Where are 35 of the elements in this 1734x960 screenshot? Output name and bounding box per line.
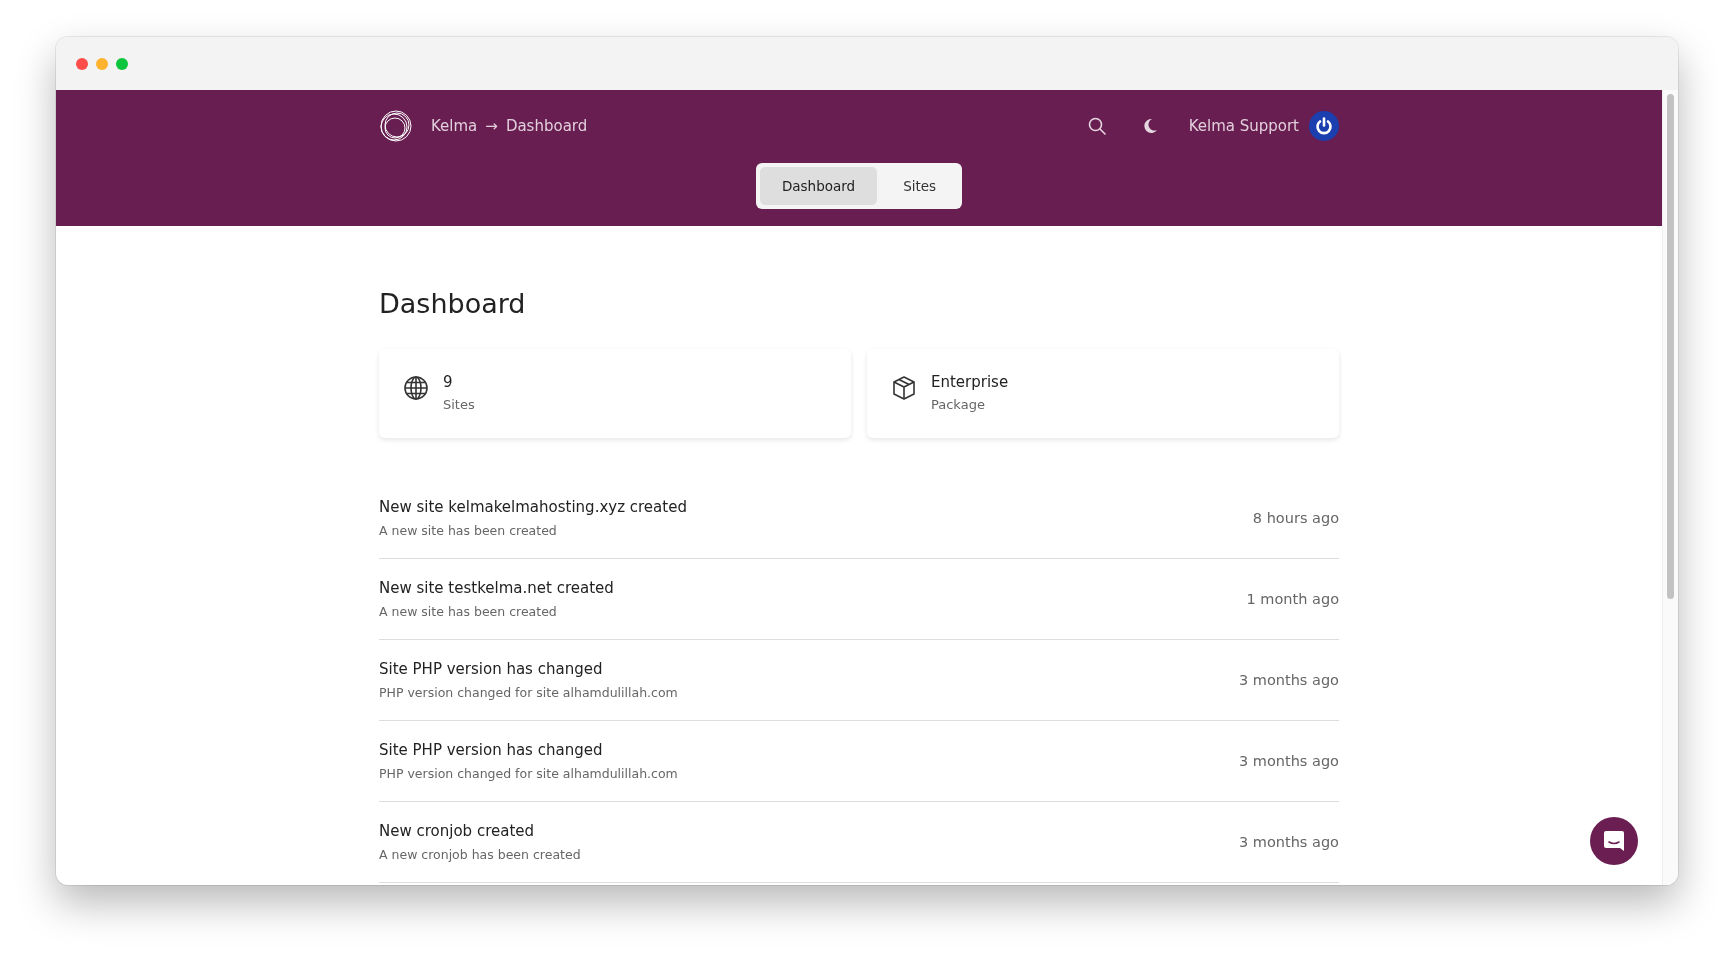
breadcrumb-separator: → bbox=[485, 117, 498, 135]
chat-icon bbox=[1601, 828, 1627, 854]
activity-time: 8 hours ago bbox=[1252, 510, 1339, 526]
stat-value: Enterprise bbox=[931, 373, 1009, 391]
close-button[interactable] bbox=[76, 57, 88, 70]
stat-label: Sites bbox=[443, 397, 475, 412]
chat-button[interactable] bbox=[1590, 817, 1638, 865]
activity-time: 3 months ago bbox=[1238, 753, 1339, 769]
tab[interactable]: Sites bbox=[881, 167, 959, 205]
page-title: Dashboard bbox=[379, 288, 527, 319]
stat-label: Package bbox=[931, 397, 986, 412]
activity-title: Site PHP version has changed bbox=[379, 741, 604, 759]
activity-description: PHP version changed for site alhamdulillah.com bbox=[379, 766, 678, 781]
scrollbar-thumb[interactable] bbox=[1667, 94, 1674, 599]
avatar-icon[interactable] bbox=[1309, 111, 1339, 141]
breadcrumb-link[interactable]: Kelma bbox=[431, 117, 478, 135]
activity-description: PHP version changed for site alhamdulillah.com bbox=[379, 685, 678, 700]
activity-time: 3 months ago bbox=[1238, 672, 1339, 688]
activity-description: A new cronjob has been created bbox=[379, 847, 581, 862]
activity-title: New site testkelma.net created bbox=[379, 579, 614, 597]
search-icon bbox=[1086, 116, 1107, 136]
box-icon bbox=[891, 375, 917, 401]
logo-icon bbox=[379, 109, 413, 143]
stat-value: 9 bbox=[443, 373, 454, 391]
activity-description: A new site has been created bbox=[379, 523, 558, 538]
activity-title: Site PHP version has changed bbox=[379, 660, 604, 678]
tab[interactable]: Dashboard bbox=[759, 167, 878, 205]
activity-description: A new site has been created bbox=[379, 604, 558, 619]
activity-time: 1 month ago bbox=[1246, 591, 1339, 607]
globe-icon bbox=[403, 375, 429, 401]
activity-title: New site kelmakelmahosting.xyz created bbox=[379, 498, 687, 516]
activity-time: 3 months ago bbox=[1238, 834, 1339, 850]
breadcrumb-link[interactable]: Dashboard bbox=[505, 117, 588, 135]
activity-title: New cronjob created bbox=[379, 822, 536, 840]
user-name[interactable]: Kelma Support bbox=[1188, 117, 1299, 135]
